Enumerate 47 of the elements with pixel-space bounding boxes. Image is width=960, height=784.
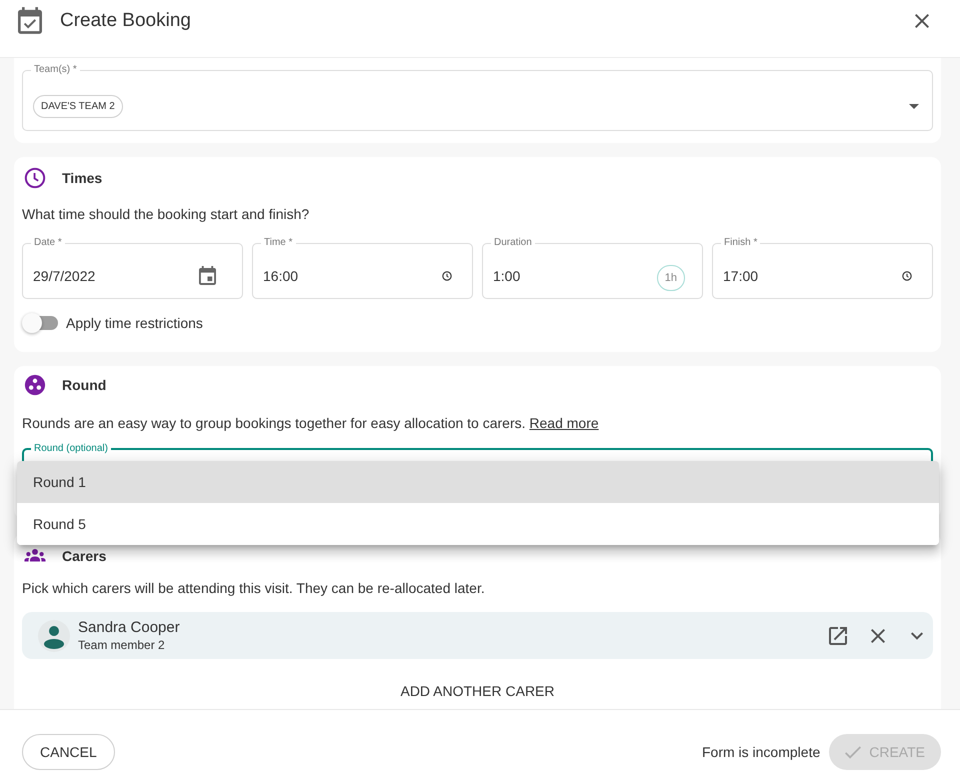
section-description: What time should the booking start and finish? [22,205,310,224]
duration-field[interactable]: Duration 1:00 1h [482,237,703,299]
clock-icon [24,167,46,189]
field-value: 17:00 [723,268,760,284]
clock-icon[interactable] [902,270,912,280]
menu-option[interactable]: Round 5 [17,503,939,545]
team-select-field[interactable]: Team(s) * DAVE'S TEAM 2 [22,64,933,131]
clock-icon[interactable] [442,270,452,280]
dialog-title: Create Booking [60,10,192,32]
duration-chip[interactable]: 1h [656,264,685,290]
carer-name: Sandra Cooper [78,618,181,636]
dots-circle-icon [24,374,46,396]
team-chip[interactable]: DAVE'S TEAM 2 [33,94,123,118]
field-value: 1:00 [493,268,522,284]
close-icon[interactable] [915,14,929,28]
add-carer-button[interactable]: ADD ANOTHER CARER [392,677,563,705]
chevron-down-icon[interactable] [911,632,923,640]
section-heading: Round [62,377,106,393]
field-label: Date * [33,237,63,249]
field-value: 29/7/2022 [33,268,96,284]
section-heading: Carers [62,548,106,564]
field-value: 16:00 [263,268,300,284]
close-icon[interactable] [871,628,885,642]
menu-option[interactable]: Round 1 [17,461,939,503]
toggle-switch[interactable] [22,313,58,333]
field-label: Round (optional) [33,443,109,455]
field-label: Team(s) * [33,64,78,76]
section-description: Rounds are an easy way to group bookings together for easy allocation to carers. Read more [22,414,600,433]
date-field[interactable]: Date * 29/7/2022 [22,237,243,299]
read-more-link[interactable]: Read more [529,415,599,431]
avatar-silhouette-icon [38,620,70,652]
field-label: Time * [263,237,294,249]
calendar-icon[interactable] [199,266,216,285]
field-label: Duration [493,237,533,249]
time-field[interactable]: Finish * 17:00 [712,237,933,299]
dropdown-caret-icon [909,104,919,108]
form-status-text: Form is incomplete [702,743,820,762]
toggle-label: Apply time restrictions [66,315,203,331]
field-label: Finish * [723,237,758,249]
external-link-icon[interactable] [829,626,847,644]
carer-role: Team member 2 [78,636,166,652]
cancel-button[interactable]: CANCEL [22,734,115,770]
section-description: Pick which carers will be attending this visit. They can be re-allocated later. [22,579,486,598]
time-field[interactable]: Time * 16:00 [252,237,473,299]
check-icon [845,746,862,758]
section-heading: Times [62,170,102,186]
calendar-check-icon [18,7,42,34]
